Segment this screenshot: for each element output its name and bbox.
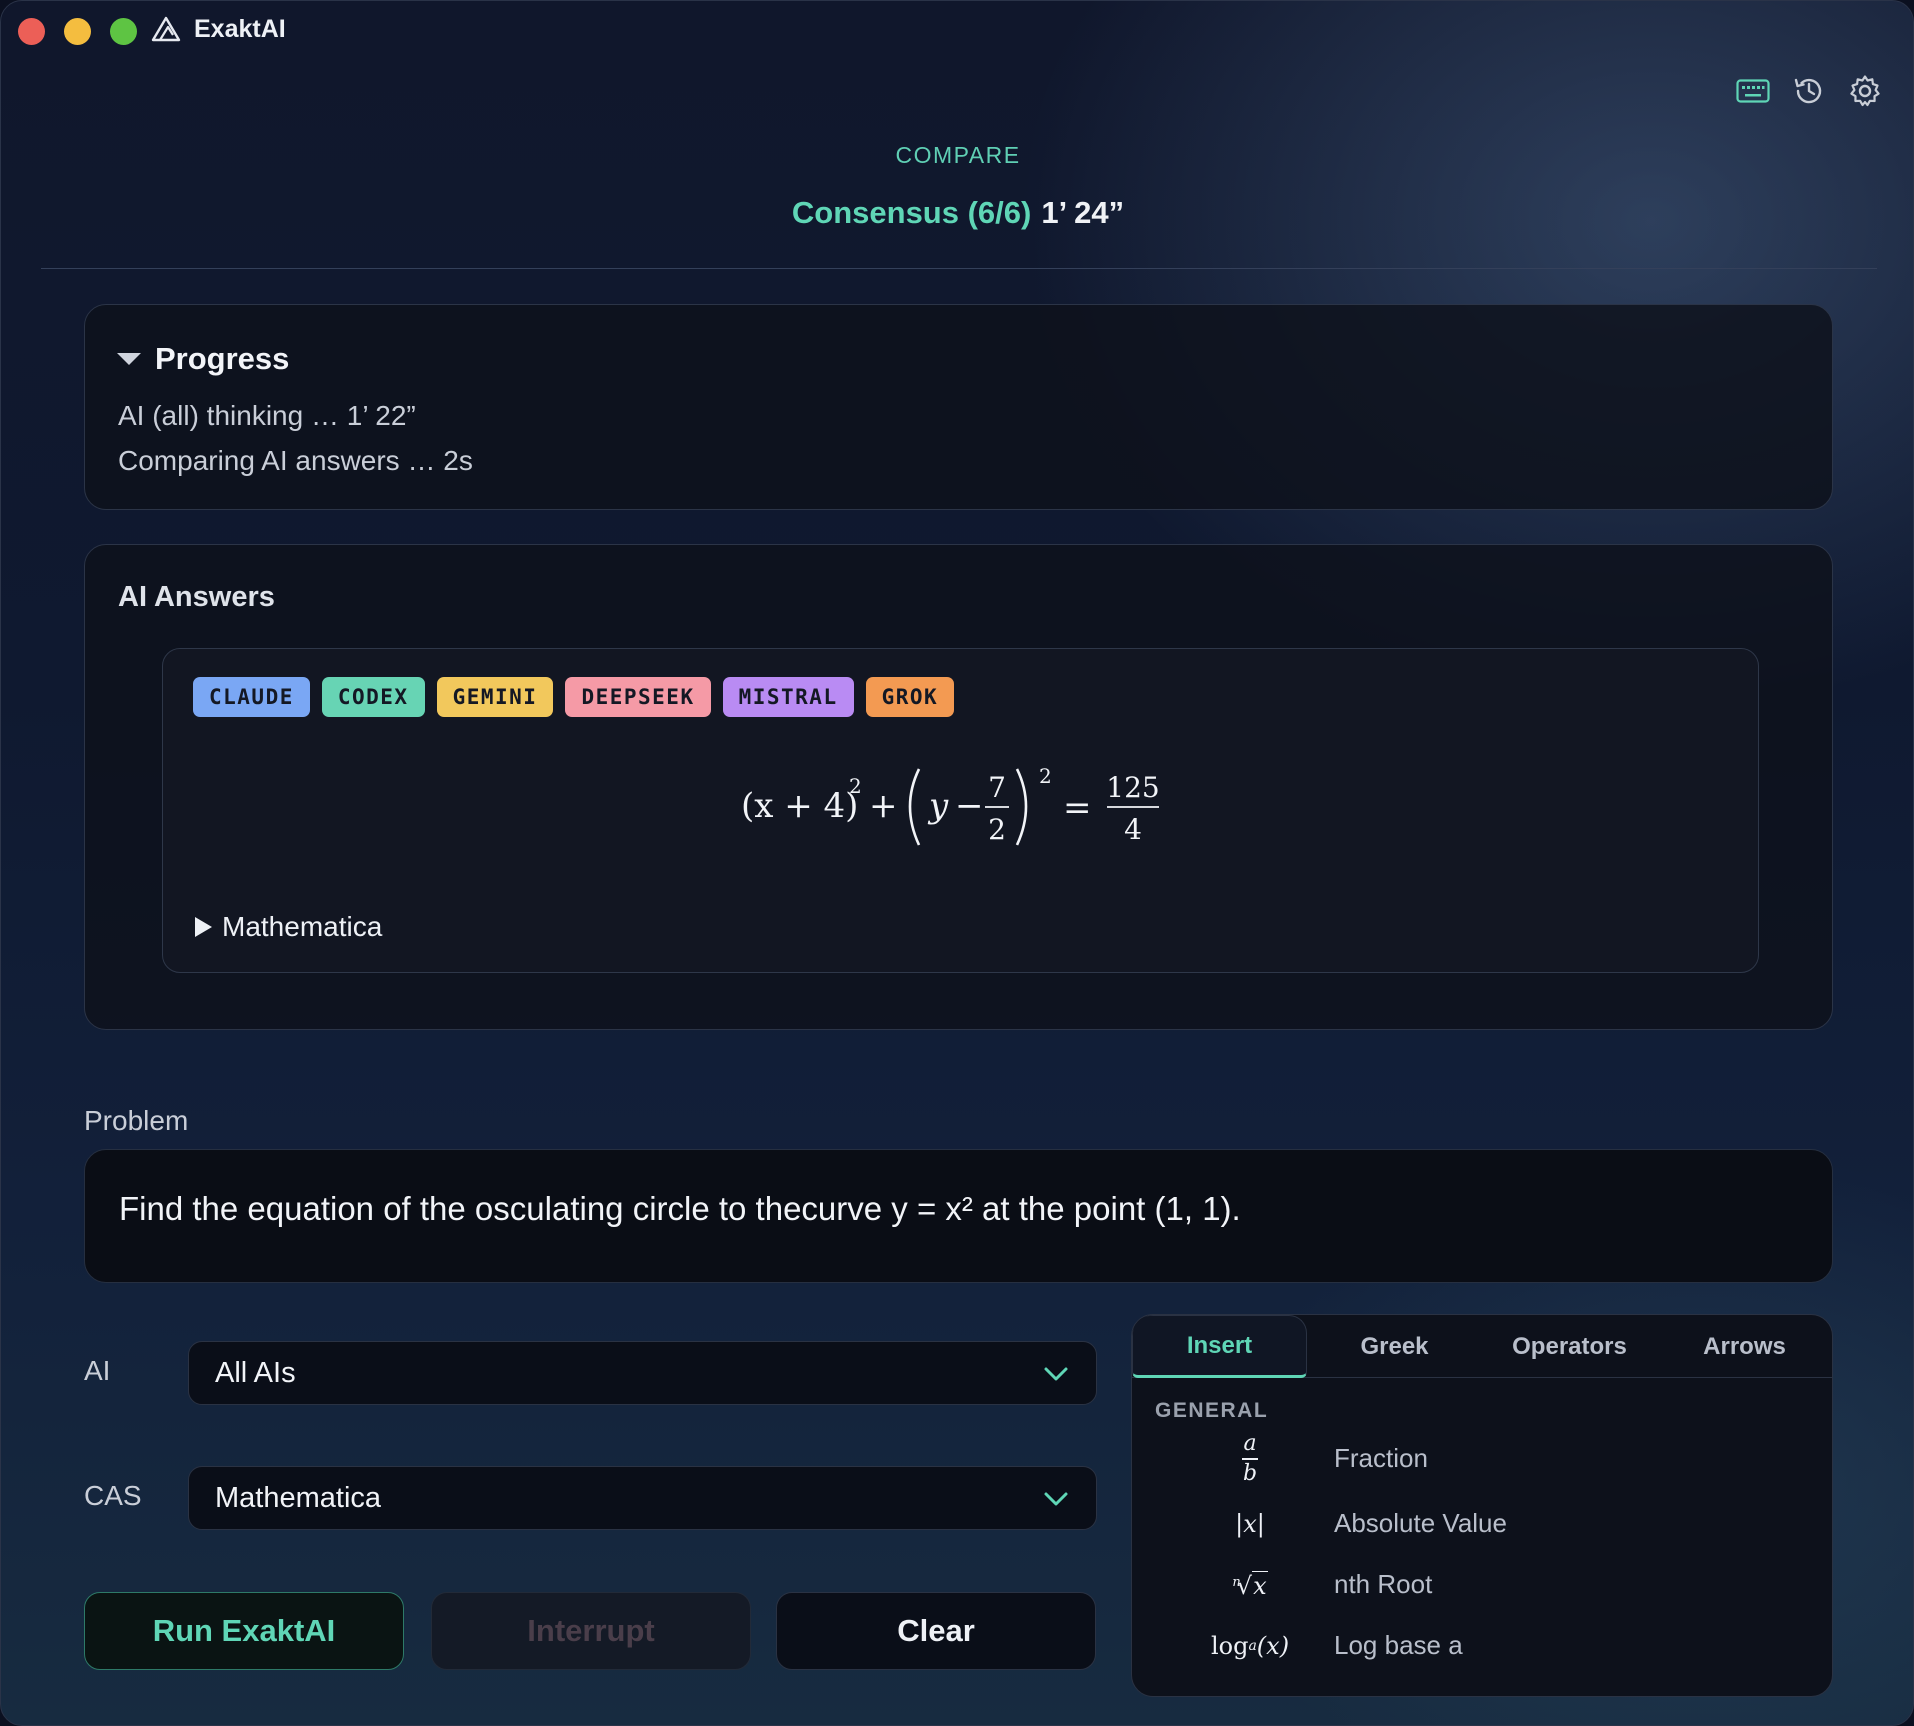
progress-title: Progress xyxy=(155,341,290,376)
cas-select[interactable]: Mathematica xyxy=(188,1466,1097,1530)
palette-item-log-base[interactable]: log a (x) Log base a xyxy=(1132,1618,1832,1674)
keyboard-icon[interactable] xyxy=(1735,73,1771,109)
problem-label: Problem xyxy=(84,1105,189,1136)
app-title: ExaktAI xyxy=(194,15,286,43)
right-paren xyxy=(1015,768,1027,846)
log-symbol: log xyxy=(1210,1632,1249,1660)
mathematica-toggle-label: Mathematica xyxy=(222,911,383,942)
chevron-down-icon xyxy=(1044,1492,1068,1506)
absolute-value-icon: |x| xyxy=(1235,1510,1265,1538)
fraction-numerator: a xyxy=(1243,1431,1257,1457)
log-subscript: a xyxy=(1248,1638,1257,1654)
model-tag-claude: CLAUDE xyxy=(193,677,310,717)
run-button[interactable]: Run ExaktAI xyxy=(84,1592,404,1670)
fraction-denominator: b xyxy=(1242,1460,1258,1486)
ai-answers-panel: AI Answers CLAUDE CODEX GEMINI DEEPSEEK … xyxy=(84,544,1833,1030)
caret-down-icon xyxy=(117,353,141,365)
model-tag-codex: CODEX xyxy=(321,677,425,717)
formula-equals: = xyxy=(1063,788,1092,828)
palette-group-title: GENERAL xyxy=(1155,1399,1269,1422)
maximize-window-button[interactable] xyxy=(110,18,137,45)
chevron-down-icon xyxy=(1044,1367,1068,1381)
caret-right-icon xyxy=(195,917,212,937)
formula-lhs-base: (x + 4) xyxy=(741,786,858,826)
header-divider xyxy=(41,268,1877,269)
progress-line: Comparing AI answers … 2s xyxy=(118,445,473,476)
model-tag-gemini: GEMINI xyxy=(436,677,554,717)
answer-card: CLAUDE CODEX GEMINI DEEPSEEK MISTRAL GRO… xyxy=(162,648,1759,973)
mode-label: COMPARE xyxy=(895,142,1021,168)
left-paren xyxy=(908,768,920,846)
title-bar: ExaktAI xyxy=(1,1,1913,61)
nth-root-icon: n √ x xyxy=(1232,1570,1268,1600)
tab-insert[interactable]: Insert xyxy=(1132,1315,1307,1378)
cas-select-value: Mathematica xyxy=(215,1482,382,1514)
formula-plus: + xyxy=(869,786,898,826)
history-icon[interactable] xyxy=(1791,73,1827,109)
palette-item-absolute-value[interactable]: |x| Absolute Value xyxy=(1132,1496,1832,1552)
symbol-palette: Insert Greek Operators Arrows GENERAL ab… xyxy=(1131,1314,1833,1697)
formula-frac-den: 2 xyxy=(988,813,1006,846)
palette-item-label: nth Root xyxy=(1334,1569,1433,1599)
answer-formula: (x + 4) 2 + y − 7 2 2 = 125 4 xyxy=(163,749,1758,859)
settings-icon[interactable] xyxy=(1847,73,1883,109)
ai-select[interactable]: All AIs xyxy=(188,1341,1097,1405)
ai-select-value: All AIs xyxy=(215,1357,296,1389)
app-window: ExaktAI COMPARE Consensus (6/6) 1’ 24” P… xyxy=(0,0,1914,1726)
log-base-icon: log a (x) xyxy=(1192,1618,1308,1674)
palette-item-fraction[interactable]: ab Fraction xyxy=(1132,1431,1832,1487)
problem-input[interactable]: Find the equation of the osculating circ… xyxy=(84,1149,1833,1283)
mathematica-toggle[interactable]: Mathematica xyxy=(195,911,382,943)
palette-item-label: Log base a xyxy=(1334,1630,1463,1660)
tab-greek[interactable]: Greek xyxy=(1307,1315,1482,1378)
consensus-status: Consensus (6/6) 1’ 24” xyxy=(1,195,1913,231)
palette-item-label: Absolute Value xyxy=(1334,1508,1507,1538)
tab-operators[interactable]: Operators xyxy=(1482,1315,1657,1378)
ai-answers-title: AI Answers xyxy=(118,581,275,613)
model-tags: CLAUDE CODEX GEMINI DEEPSEEK MISTRAL GRO… xyxy=(193,677,955,717)
formula-var: y xyxy=(927,786,949,826)
interrupt-button[interactable]: Interrupt xyxy=(431,1592,751,1670)
log-argument: (x) xyxy=(1256,1632,1290,1660)
root-index: n xyxy=(1232,1574,1241,1590)
formula-rhs-num: 125 xyxy=(1106,771,1159,804)
consensus-label: Consensus (6/6) xyxy=(791,195,1032,230)
ai-select-label: AI xyxy=(84,1355,111,1386)
formula-frac-num: 7 xyxy=(988,771,1006,804)
palette-item-nth-root[interactable]: n √ x nth Root xyxy=(1132,1557,1832,1613)
problem-text: Find the equation of the osculating circ… xyxy=(119,1190,1241,1227)
close-window-button[interactable] xyxy=(18,18,45,45)
formula-exponent: 2 xyxy=(849,774,862,798)
minimize-window-button[interactable] xyxy=(64,18,91,45)
cas-select-label: CAS xyxy=(84,1480,142,1511)
tab-arrows[interactable]: Arrows xyxy=(1657,1315,1832,1378)
formula-minus: − xyxy=(955,786,984,826)
progress-line: AI (all) thinking … 1’ 22” xyxy=(118,400,416,431)
formula-rhs-den: 4 xyxy=(1124,813,1142,846)
progress-panel: Progress AI (all) thinking … 1’ 22” Comp… xyxy=(84,304,1833,510)
palette-item-label: Fraction xyxy=(1334,1443,1428,1473)
model-tag-grok: GROK xyxy=(865,677,955,717)
model-tag-mistral: MISTRAL xyxy=(722,677,854,717)
formula-exponent: 2 xyxy=(1039,764,1052,788)
app-logo-icon xyxy=(151,16,181,42)
palette-tabs: Insert Greek Operators Arrows xyxy=(1132,1315,1832,1378)
model-tag-deepseek: DEEPSEEK xyxy=(565,677,711,717)
elapsed-time: 1’ 24” xyxy=(1041,195,1125,230)
root-radicand: x xyxy=(1252,1570,1268,1600)
clear-button[interactable]: Clear xyxy=(776,1592,1096,1670)
progress-toggle[interactable]: Progress xyxy=(117,341,289,377)
fraction-icon: ab xyxy=(1192,1431,1308,1487)
toolbar xyxy=(1735,73,1883,109)
